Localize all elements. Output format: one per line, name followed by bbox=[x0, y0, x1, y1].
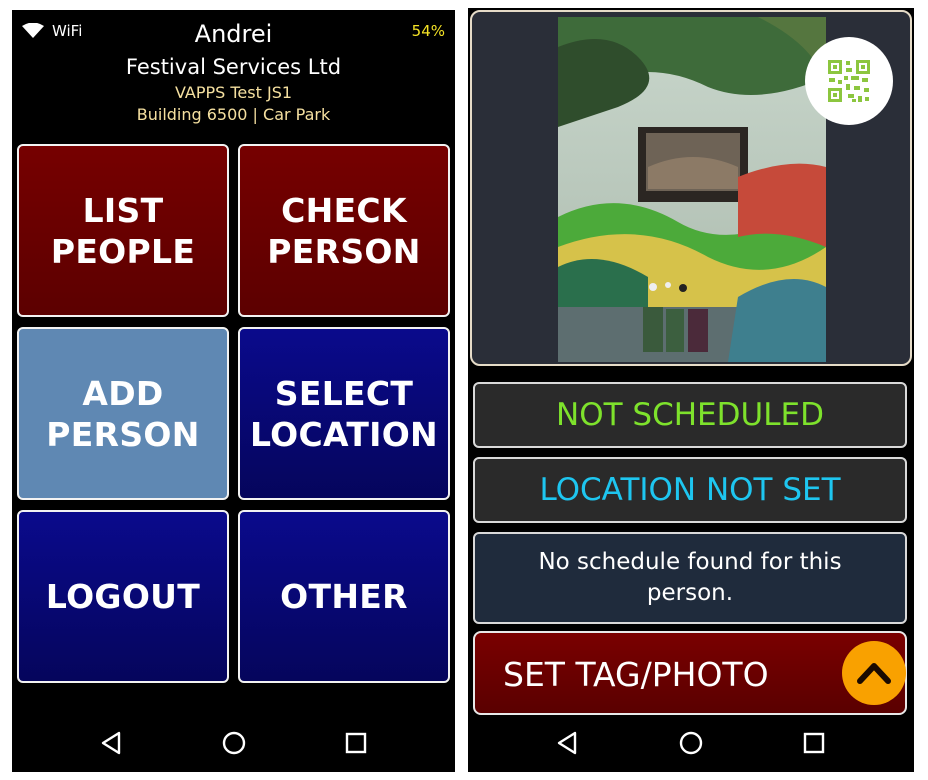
recents-icon[interactable] bbox=[801, 730, 827, 756]
camera-preview-image bbox=[558, 17, 826, 362]
company-name: Festival Services Ltd bbox=[125, 55, 342, 79]
list-people-label: LIST PEOPLE bbox=[50, 190, 196, 271]
recents-icon[interactable] bbox=[343, 730, 369, 756]
current-location: Building 6500 | Car Park bbox=[136, 105, 331, 124]
qr-code-icon bbox=[828, 60, 870, 102]
user-name: Andrei bbox=[194, 20, 273, 48]
back-icon[interactable] bbox=[554, 730, 580, 756]
navigation-bar bbox=[12, 712, 455, 772]
check-person-button[interactable]: CHECK PERSON bbox=[238, 144, 450, 317]
other-label: OTHER bbox=[280, 577, 408, 616]
location-status: LOCATION NOT SET bbox=[473, 457, 907, 523]
logout-button[interactable]: LOGOUT bbox=[17, 510, 229, 683]
site-name: VAPPS Test JS1 bbox=[174, 83, 293, 102]
camera-preview-panel bbox=[470, 10, 912, 366]
scan-qr-button[interactable] bbox=[805, 37, 893, 125]
schedule-message: No schedule found for this person. bbox=[473, 532, 907, 624]
set-tag-photo-button[interactable]: SET TAG/PHOTO bbox=[473, 631, 907, 715]
select-location-label: SELECT LOCATION bbox=[250, 373, 438, 454]
set-tag-photo-label: SET TAG/PHOTO bbox=[503, 655, 769, 694]
logout-label: LOGOUT bbox=[45, 577, 201, 616]
right-phone-screen: NOT SCHEDULED LOCATION NOT SET No schedu… bbox=[468, 8, 914, 772]
home-icon[interactable] bbox=[221, 730, 247, 756]
left-phone-screen: WiFi 54% Andrei Festival Services Ltd VA… bbox=[12, 10, 455, 772]
navigation-bar bbox=[468, 712, 914, 772]
select-location-button[interactable]: SELECT LOCATION bbox=[238, 327, 450, 500]
check-person-label: CHECK PERSON bbox=[267, 190, 421, 271]
add-person-button[interactable]: ADD PERSON bbox=[17, 327, 229, 500]
home-icon[interactable] bbox=[678, 730, 704, 756]
other-button[interactable]: OTHER bbox=[238, 510, 450, 683]
list-people-button[interactable]: LIST PEOPLE bbox=[17, 144, 229, 317]
back-icon[interactable] bbox=[98, 730, 124, 756]
chevron-up-icon bbox=[857, 663, 891, 684]
expand-up-button[interactable] bbox=[842, 641, 906, 705]
add-person-label: ADD PERSON bbox=[46, 373, 200, 454]
schedule-status: NOT SCHEDULED bbox=[473, 382, 907, 448]
